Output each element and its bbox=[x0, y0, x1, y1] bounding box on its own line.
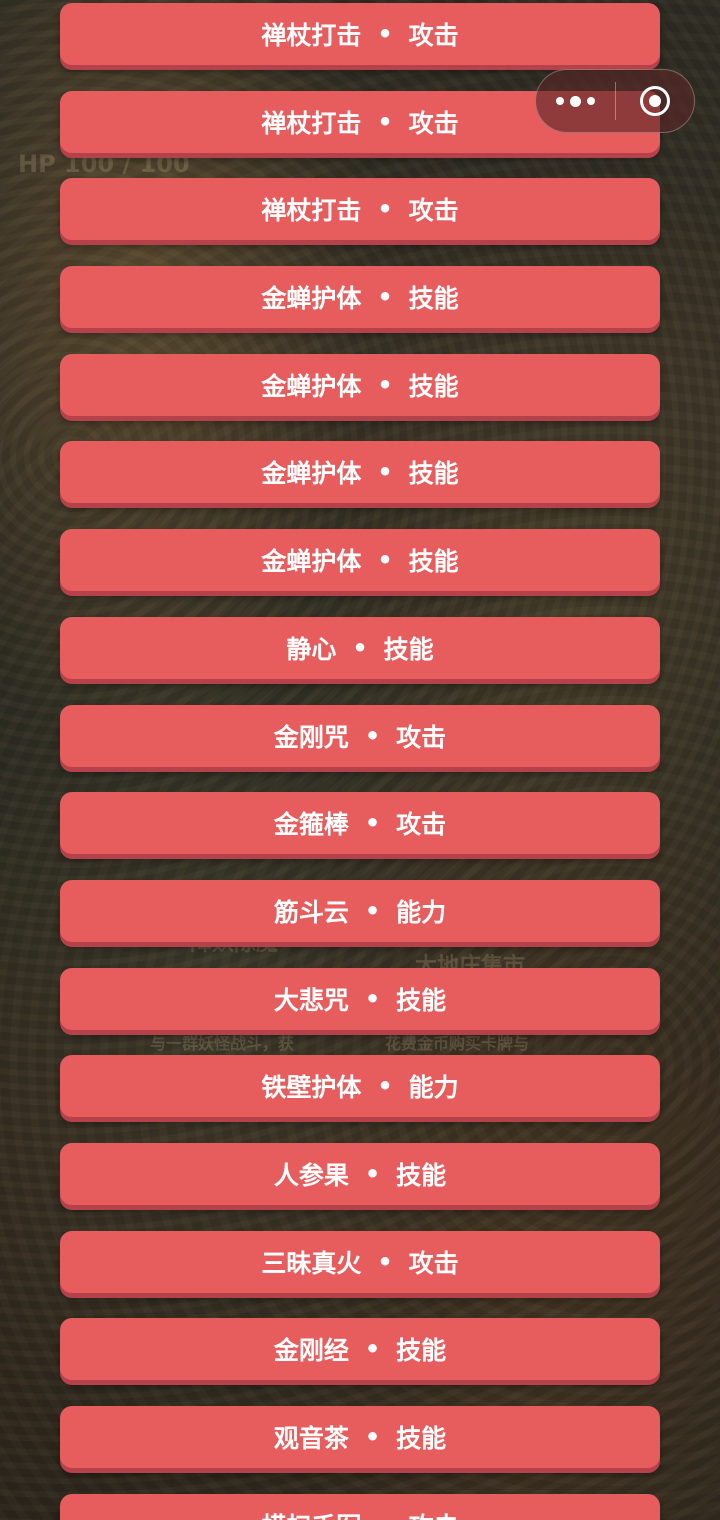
action-name: 禅杖打击 bbox=[261, 108, 362, 138]
separator-dot: • bbox=[377, 370, 393, 399]
separator-dot: • bbox=[377, 458, 393, 487]
action-type: 技能 bbox=[408, 284, 459, 314]
action-name: 金刚经 bbox=[273, 1336, 349, 1366]
action-type: 能力 bbox=[396, 897, 447, 927]
action-type: 攻击 bbox=[408, 21, 459, 50]
action-type: 攻击 bbox=[408, 196, 459, 226]
action-name: 金蝉护体 bbox=[261, 371, 362, 401]
close-ring-center bbox=[648, 95, 661, 107]
miniprogram-capsule bbox=[535, 69, 695, 133]
action-type: 攻击 bbox=[409, 1507, 459, 1520]
separator-dot: • bbox=[364, 1335, 381, 1364]
separator-dot: • bbox=[377, 546, 393, 575]
action-button[interactable]: 静心 • 技能 bbox=[60, 616, 660, 679]
action-name: 金蝉护体 bbox=[261, 459, 362, 489]
separator-dot: • bbox=[364, 1159, 381, 1188]
action-type: 技能 bbox=[396, 1160, 447, 1190]
action-type: 技能 bbox=[408, 547, 459, 577]
action-name: 禅杖打击 bbox=[261, 196, 362, 226]
more-dots-icon[interactable] bbox=[536, 70, 615, 132]
action-button[interactable]: 筋斗云 • 能力 bbox=[60, 879, 660, 942]
action-type: 技能 bbox=[396, 1336, 447, 1366]
action-button[interactable]: 金刚咒 • 攻击 bbox=[60, 704, 660, 767]
action-name: 筋斗云 bbox=[273, 897, 349, 927]
action-name: 大悲咒 bbox=[273, 985, 349, 1015]
action-button[interactable]: 禅杖打击 • 攻击 bbox=[60, 3, 660, 65]
dot-right bbox=[586, 97, 595, 105]
close-target-icon[interactable] bbox=[616, 70, 695, 132]
action-type: 攻击 bbox=[408, 108, 459, 138]
separator-dot: • bbox=[364, 896, 381, 925]
separator-dot: • bbox=[377, 20, 393, 48]
action-button[interactable]: 金蝉护体 • 技能 bbox=[60, 529, 660, 592]
action-button[interactable]: 大悲咒 • 技能 bbox=[60, 967, 660, 1030]
action-type: 攻击 bbox=[396, 722, 447, 752]
action-button[interactable]: 人参果 • 技能 bbox=[60, 1142, 660, 1205]
action-name: 金蝉护体 bbox=[261, 547, 362, 577]
action-type: 技能 bbox=[396, 985, 447, 1015]
action-type: 攻击 bbox=[408, 1248, 459, 1278]
action-list: 禅杖打击 • 攻击 禅杖打击 • 攻击 禅杖打击 • 攻击 金蝉护体 • 技能 金蝉护体 • 技能 … bbox=[60, 3, 660, 1520]
action-name: 金蝉护体 bbox=[261, 284, 362, 314]
separator-dot: • bbox=[377, 195, 393, 224]
action-type: 技能 bbox=[383, 634, 434, 664]
action-button[interactable]: 金刚经 • 技能 bbox=[60, 1318, 660, 1381]
action-button[interactable]: 观音茶 • 技能 bbox=[60, 1406, 660, 1468]
action-button[interactable]: 金箍棒 • 攻击 bbox=[60, 792, 660, 855]
separator-dot: • bbox=[377, 1072, 393, 1101]
action-name: 金刚咒 bbox=[273, 722, 349, 752]
action-name: 禅杖打击 bbox=[261, 21, 362, 50]
action-name: 人参果 bbox=[273, 1160, 349, 1190]
action-type: 技能 bbox=[408, 371, 459, 401]
action-name: 铁壁护体 bbox=[261, 1073, 362, 1103]
separator-dot: • bbox=[364, 721, 381, 750]
separator-dot: • bbox=[377, 107, 393, 136]
action-button[interactable]: 横扫千军 • 攻击 bbox=[60, 1493, 660, 1520]
action-button[interactable]: 金蝉护体 • 技能 bbox=[60, 441, 660, 504]
action-type: 攻击 bbox=[396, 810, 447, 840]
dot-left bbox=[555, 97, 564, 105]
action-type: 技能 bbox=[396, 1424, 447, 1453]
action-button[interactable]: 三昧真火 • 攻击 bbox=[60, 1230, 660, 1293]
action-button[interactable]: 金蝉护体 • 技能 bbox=[60, 353, 660, 416]
action-type: 技能 bbox=[408, 459, 459, 489]
close-ring bbox=[639, 86, 670, 116]
separator-dot: • bbox=[377, 283, 393, 312]
action-button[interactable]: 铁壁护体 • 能力 bbox=[60, 1055, 660, 1118]
action-type: 能力 bbox=[408, 1073, 459, 1103]
separator-dot: • bbox=[364, 809, 381, 838]
action-name: 观音茶 bbox=[273, 1424, 349, 1453]
separator-dot: • bbox=[377, 1511, 392, 1520]
action-button[interactable]: 金蝉护体 • 技能 bbox=[60, 266, 660, 329]
action-name: 横扫千军 bbox=[261, 1507, 361, 1520]
separator-dot: • bbox=[364, 1423, 381, 1451]
action-name: 静心 bbox=[286, 634, 337, 664]
dot-center bbox=[569, 95, 581, 107]
separator-dot: • bbox=[377, 1247, 393, 1276]
action-button[interactable]: 禅杖打击 • 攻击 bbox=[60, 178, 660, 241]
separator-dot: • bbox=[364, 984, 381, 1013]
action-name: 三昧真火 bbox=[261, 1248, 362, 1278]
separator-dot: • bbox=[352, 633, 368, 662]
action-name: 金箍棒 bbox=[273, 810, 349, 840]
